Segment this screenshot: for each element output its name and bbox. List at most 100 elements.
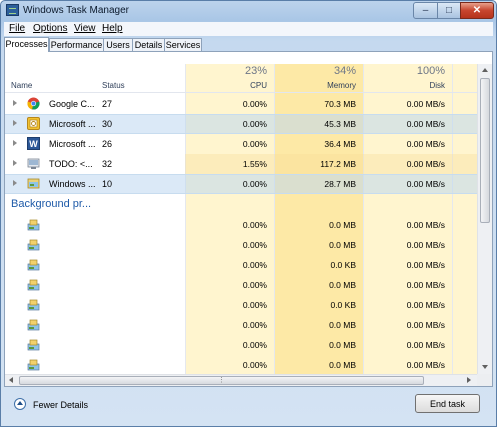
background-process-row[interactable]: 0.00% 0.0 KB 0.00 MB/s <box>5 295 477 315</box>
disk-value: 0.00 MB/s <box>406 179 445 189</box>
maximize-button[interactable]: □ <box>437 2 461 19</box>
end-task-button[interactable]: End task <box>415 394 480 413</box>
process-status: 26 <box>102 139 113 149</box>
process-status: 10 <box>102 179 113 189</box>
memory-value: 117.2 MB <box>320 159 356 169</box>
cpu-value: 0.00% <box>242 179 267 189</box>
background-process-row[interactable]: 0.00% 0.0 MB 0.00 MB/s <box>5 315 477 335</box>
vertical-scroll-thumb[interactable] <box>480 78 490 223</box>
memory-total-percent[interactable]: 34% <box>276 65 356 77</box>
cpu-total-percent[interactable]: 23% <box>187 65 267 77</box>
process-row[interactable]: Microsoft ... 30 0.00% 45.3 MB 0.00 MB/s <box>5 114 477 134</box>
windows-explorer-icon <box>27 177 40 190</box>
column-header-memory[interactable]: Memory <box>276 81 356 90</box>
background-process-row[interactable]: 0.00% 0.0 MB 0.00 MB/s <box>5 335 477 355</box>
word-icon: W <box>27 137 40 150</box>
disk-value: 0.00 MB/s <box>406 360 445 370</box>
scroll-down-arrow-icon[interactable] <box>482 365 488 369</box>
process-name: TODO: <... <box>49 159 93 169</box>
memory-value: 36.4 MB <box>324 139 356 149</box>
tab-processes[interactable]: Processes <box>4 37 49 52</box>
scroll-right-arrow-icon[interactable] <box>467 377 471 383</box>
vertical-scrollbar[interactable] <box>477 64 492 375</box>
horizontal-scroll-thumb[interactable]: ⋮ <box>19 376 424 385</box>
expand-arrow-icon[interactable] <box>13 180 17 186</box>
memory-value: 0.0 MB <box>329 280 356 290</box>
scrollbar-corner <box>477 374 492 386</box>
menu-options[interactable]: Options <box>33 23 67 34</box>
background-process-icon <box>27 238 40 251</box>
disk-value: 0.00 MB/s <box>406 260 445 270</box>
collapse-arrow-icon[interactable] <box>14 398 26 410</box>
cpu-value: 0.00% <box>242 240 267 250</box>
expand-arrow-icon[interactable] <box>13 120 17 126</box>
process-status: 30 <box>102 119 113 129</box>
tab-details[interactable]: Details <box>132 38 165 51</box>
cpu-value: 0.00% <box>242 139 267 149</box>
tab-performance[interactable]: Performance <box>49 38 104 51</box>
title-bar[interactable]: Windows Task Manager – □ ✕ <box>1 1 496 21</box>
process-name: Microsoft ... <box>49 139 96 149</box>
expand-arrow-icon[interactable] <box>13 160 17 166</box>
background-process-row[interactable]: 0.00% 0.0 MB 0.00 MB/s <box>5 215 477 235</box>
menu-file[interactable]: File <box>9 23 25 34</box>
cpu-value: 0.00% <box>242 300 267 310</box>
close-button[interactable]: ✕ <box>460 2 494 19</box>
process-status: 32 <box>102 159 113 169</box>
task-manager-window: Windows Task Manager – □ ✕ File Options … <box>0 0 497 427</box>
task-manager-icon <box>6 4 19 16</box>
window-title: Windows Task Manager <box>23 5 129 16</box>
tab-services[interactable]: Services <box>164 38 202 51</box>
memory-value: 0.0 MB <box>329 360 356 370</box>
cpu-value: 1.55% <box>242 159 267 169</box>
cpu-value: 0.00% <box>242 360 267 370</box>
process-status: 27 <box>102 99 113 109</box>
background-process-icon <box>27 258 40 271</box>
disk-value: 0.00 MB/s <box>406 300 445 310</box>
column-header-status[interactable]: Status <box>102 81 125 90</box>
horizontal-scrollbar[interactable]: ⋮ <box>5 374 477 386</box>
background-process-icon <box>27 358 40 371</box>
minimize-button[interactable]: – <box>413 2 438 19</box>
background-process-row[interactable]: 0.00% 0.0 MB 0.00 MB/s <box>5 275 477 295</box>
header-separator <box>5 92 477 93</box>
tab-users[interactable]: Users <box>103 38 133 51</box>
cpu-value: 0.00% <box>242 99 267 109</box>
background-process-row[interactable]: 0.00% 0.0 MB 0.00 MB/s <box>5 355 477 375</box>
menu-bar: File Options View Help <box>4 22 493 36</box>
background-process-icon <box>27 318 40 331</box>
footer-bar: Fewer Details End task <box>4 389 493 425</box>
memory-value: 0.0 MB <box>329 240 356 250</box>
chrome-icon <box>27 97 40 110</box>
disk-value: 0.00 MB/s <box>406 320 445 330</box>
disk-value: 0.00 MB/s <box>406 159 445 169</box>
disk-value: 0.00 MB/s <box>406 119 445 129</box>
process-row[interactable]: TODO: <... 32 1.55% 117.2 MB 0.00 MB/s <box>5 154 477 174</box>
disk-value: 0.00 MB/s <box>406 240 445 250</box>
background-process-row[interactable]: 0.00% 0.0 MB 0.00 MB/s <box>5 235 477 255</box>
expand-arrow-icon[interactable] <box>13 140 17 146</box>
process-name: Windows ... <box>49 179 96 189</box>
disk-value: 0.00 MB/s <box>406 280 445 290</box>
background-process-icon <box>27 218 40 231</box>
disk-total-percent[interactable]: 100% <box>365 65 445 77</box>
column-header-disk[interactable]: Disk <box>365 81 445 90</box>
background-processes-heading[interactable]: Background pr... <box>11 198 91 210</box>
background-process-row[interactable]: 0.00% 0.0 KB 0.00 MB/s <box>5 255 477 275</box>
scroll-up-arrow-icon[interactable] <box>482 68 488 72</box>
expand-arrow-icon[interactable] <box>13 100 17 106</box>
fewer-details-link[interactable]: Fewer Details <box>33 400 88 410</box>
menu-view[interactable]: View <box>74 23 96 34</box>
disk-value: 0.00 MB/s <box>406 99 445 109</box>
memory-value: 45.3 MB <box>324 119 356 129</box>
menu-help[interactable]: Help <box>102 23 123 34</box>
process-row[interactable]: Windows ... 10 0.00% 28.7 MB 0.00 MB/s <box>5 174 477 194</box>
cpu-value: 0.00% <box>242 280 267 290</box>
scroll-left-arrow-icon[interactable] <box>9 377 13 383</box>
disk-value: 0.00 MB/s <box>406 139 445 149</box>
memory-value: 0.0 KB <box>330 300 356 310</box>
process-row[interactable]: Google C... 27 0.00% 70.3 MB 0.00 MB/s <box>5 94 477 114</box>
process-row[interactable]: W Microsoft ... 26 0.00% 36.4 MB 0.00 MB… <box>5 134 477 154</box>
column-header-cpu[interactable]: CPU <box>187 81 267 90</box>
column-header-name[interactable]: Name <box>11 81 32 90</box>
